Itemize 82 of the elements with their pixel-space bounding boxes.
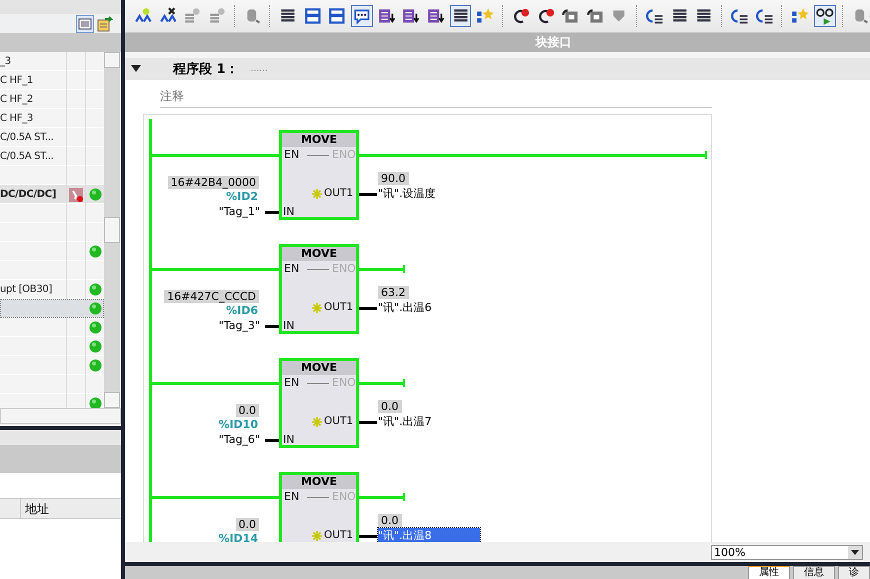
pin-label: EN: [284, 490, 300, 503]
inspector-tab[interactable]: 信息: [793, 566, 835, 579]
block-title: MOVE: [282, 475, 356, 489]
tree-item[interactable]: _3: [0, 56, 11, 67]
pin-label: OUT1: [324, 301, 354, 313]
status-dot: [88, 302, 102, 315]
block-title: MOVE: [282, 361, 356, 375]
pin-label: EN: [284, 148, 300, 161]
status-dot: [88, 340, 102, 353]
table-view-icon[interactable]: [77, 16, 93, 32]
list-icon[interactable]: [450, 6, 470, 26]
sparkle-icon: [312, 531, 322, 541]
status-dot: [88, 283, 102, 296]
input-address: %ID10: [218, 418, 258, 431]
input-value: 0.0: [236, 404, 259, 417]
tree-row[interactable]: DC/DC/DC]: [0, 185, 104, 204]
pin-label: IN: [283, 319, 294, 332]
input-address: %ID6: [226, 304, 258, 317]
column-header: 地址: [20, 499, 101, 518]
comment-field[interactable]: 注释: [160, 88, 184, 104]
pin-label: IN: [283, 205, 294, 218]
table-export-icon[interactable]: [97, 16, 113, 32]
input-value: 0.0: [236, 518, 259, 531]
pin-label: EN: [284, 376, 300, 389]
pin-label: OUT1: [324, 529, 354, 541]
tree-item[interactable]: DC/DC/DC]: [0, 189, 56, 200]
input-operand[interactable]: "Tag_1": [218, 205, 260, 218]
pin-label: IN: [283, 433, 294, 446]
input-address: %ID14: [218, 532, 258, 542]
tree-row[interactable]: [0, 318, 104, 337]
input-value: 16#42B4_0000: [168, 176, 259, 189]
pin-label: ENO: [332, 376, 356, 389]
inspector-tab[interactable]: 诊: [838, 566, 870, 579]
input-address: %ID2: [226, 190, 258, 203]
window-icon[interactable]: [302, 6, 322, 26]
wrench-error-icon: [69, 188, 83, 202]
output-value: 0.0: [378, 400, 402, 413]
status-dot: [88, 188, 102, 201]
output-operand[interactable]: "讯".设温度: [378, 186, 436, 201]
pin-label: OUT1: [324, 415, 354, 427]
zoom-dropdown[interactable]: 100%: [711, 544, 863, 560]
dropdown-arrow-icon[interactable]: [851, 550, 859, 554]
sparkle-icon: [312, 189, 322, 199]
output-value: 0.0: [378, 514, 402, 527]
network-title: 程序段 1：: [173, 60, 239, 78]
output-value: 63.2: [378, 286, 408, 299]
glasses-icon[interactable]: [814, 6, 835, 26]
output-operand[interactable]: "讯".出温8: [378, 528, 480, 542]
pin-label: OUT1: [324, 187, 354, 199]
tree-item[interactable]: C HF_3: [0, 113, 33, 124]
horizontal-scrollbar[interactable]: [0, 408, 121, 424]
output-operand[interactable]: "讯".出温7: [378, 414, 432, 429]
tree-row[interactable]: [0, 356, 104, 375]
tree-row[interactable]: [0, 299, 104, 318]
pin-label: EN: [284, 262, 300, 275]
status-dot: [88, 245, 102, 258]
vertical-scrollbar[interactable]: [104, 52, 120, 408]
window-icon[interactable]: [327, 6, 348, 26]
pin-label: ENO: [332, 490, 356, 503]
tree-row[interactable]: [0, 242, 104, 261]
tree-item[interactable]: C/0.5A ST...: [0, 132, 54, 143]
sparkle-icon: [312, 417, 322, 427]
status-dot: [88, 321, 102, 334]
tree-item[interactable]: upt [OB30]: [0, 284, 52, 295]
sparkle-icon: [312, 303, 322, 313]
output-operand[interactable]: "讯".出温6: [378, 300, 432, 315]
collapse-icon[interactable]: [131, 65, 141, 73]
input-value: 16#427C_CCCD: [164, 290, 259, 303]
tree-item[interactable]: C/0.5A ST...: [0, 151, 54, 162]
block-title: MOVE: [282, 133, 356, 147]
input-operand[interactable]: "Tag_3": [218, 319, 260, 332]
tree-item[interactable]: C HF_1: [0, 75, 33, 86]
block-title: MOVE: [282, 247, 356, 261]
comment-icon[interactable]: [352, 6, 372, 26]
output-value: 90.0: [378, 172, 408, 185]
tree-row[interactable]: [0, 337, 104, 356]
pin-label: ENO: [332, 262, 356, 275]
input-operand[interactable]: "Tag_6": [218, 433, 260, 446]
status-dot: [88, 359, 102, 372]
tree-item[interactable]: C HF_2: [0, 94, 33, 105]
inspector-tab[interactable]: 属性: [748, 566, 790, 579]
pin-label: ENO: [332, 148, 356, 161]
